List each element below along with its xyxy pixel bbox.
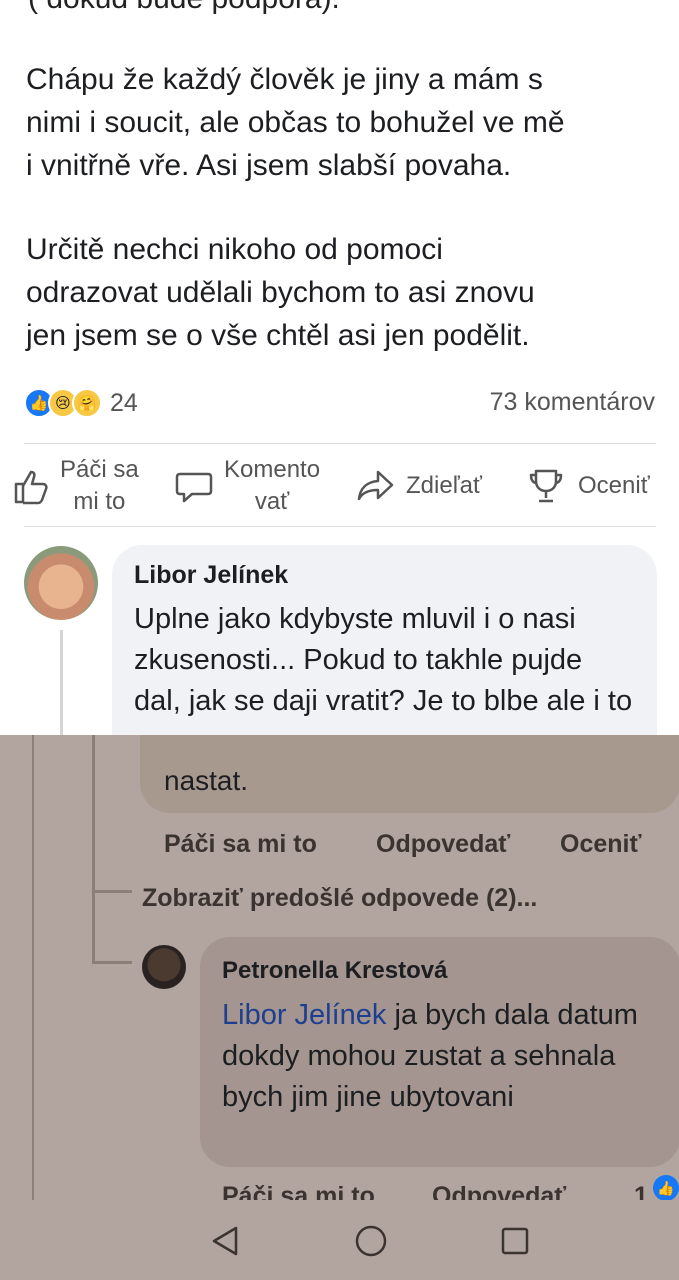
back-icon[interactable]: [208, 1224, 242, 1258]
share-icon: [357, 470, 394, 501]
comment-like-link[interactable]: Páči sa mi to: [164, 830, 317, 859]
comment-count[interactable]: 73 komentárov: [490, 388, 655, 417]
dimmed-overlay: nastat. Páči sa mi to Odpovedať Oceniť Z…: [0, 735, 679, 1280]
reactions-summary[interactable]: 👍 😢 🤗 24: [24, 386, 138, 420]
comment-label: Komento vať: [224, 456, 321, 515]
care-icon: 🤗: [72, 388, 102, 418]
thread-line: [92, 961, 132, 964]
reply-bubble[interactable]: Petronella Krestová Libor Jelínek ja byc…: [200, 937, 679, 1167]
show-previous-replies[interactable]: Zobraziť predošlé odpovede (2)...: [142, 884, 537, 913]
like-button[interactable]: Páči sa mi to: [12, 454, 139, 518]
comment-icon: [175, 472, 213, 503]
comment-reply-link[interactable]: Odpovedať: [376, 830, 510, 859]
recents-icon[interactable]: [500, 1226, 530, 1256]
divider: [24, 443, 656, 444]
comment-award-link[interactable]: Oceniť: [560, 830, 641, 859]
comment-text-continued: nastat.: [164, 765, 249, 796]
post-paragraph-1: Chápu že každý člověk je jiny a mám s ni…: [26, 63, 565, 182]
like-icon: 👍: [653, 1175, 679, 1201]
like-label: Páči sa mi to: [60, 456, 139, 515]
comment-button[interactable]: Komento vať: [174, 454, 320, 518]
share-label: Zdieľať: [406, 472, 483, 499]
avatar[interactable]: [24, 546, 98, 620]
android-nav-bar: [0, 1200, 679, 1280]
thumb-up-icon: [14, 470, 48, 505]
post-paragraph-2: Určitě nechci nikoho od pomoci odrazovat…: [26, 233, 535, 352]
trophy-icon: [529, 469, 563, 503]
avatar[interactable]: [142, 945, 186, 989]
award-label: Oceniť: [578, 472, 650, 499]
home-icon[interactable]: [354, 1224, 388, 1258]
divider: [24, 526, 656, 527]
thread-line: [92, 735, 95, 895]
reply-text: Libor Jelínek ja bych dala datum dokdy m…: [222, 995, 662, 1118]
post-area: ( dokud bude podpora). Chápu že každý čl…: [0, 0, 679, 750]
share-button[interactable]: Zdieľať: [356, 466, 482, 506]
comment-author[interactable]: Libor Jelínek: [134, 561, 288, 590]
award-button[interactable]: Oceniť: [526, 466, 650, 506]
post-text-cutoff: ( dokud bude podpora).: [28, 0, 340, 16]
comment-text: Uplne jako kdybyste mluvil i o nasi zkus…: [134, 603, 633, 750]
reaction-count: 24: [110, 388, 138, 417]
comment-bubble[interactable]: Libor Jelínek Uplne jako kdybyste mluvil…: [112, 545, 657, 750]
comment-bubble-continued[interactable]: nastat.: [140, 735, 679, 813]
reply-author[interactable]: Petronella Krestová: [222, 957, 447, 985]
thread-line: [32, 735, 34, 1280]
mention-link[interactable]: Libor Jelínek: [222, 999, 386, 1031]
thread-line: [92, 890, 132, 893]
thread-line: [60, 630, 63, 750]
thread-line: [92, 895, 95, 961]
